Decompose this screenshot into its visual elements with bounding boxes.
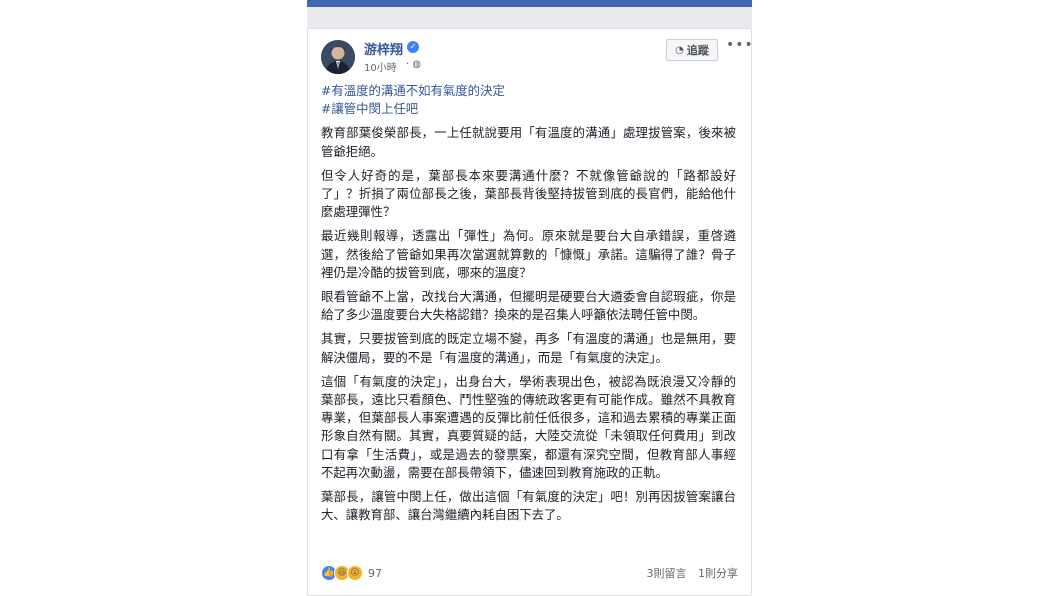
post-body: #有溫度的溝通不如有氣度的決定 #讓管中閔上任吧 教育部葉俊榮部長，一上任就說要… — [321, 82, 736, 530]
top-bar — [307, 0, 752, 7]
post-footer: 👍 😆 😮 97 3則留言 1則分享 — [321, 563, 738, 583]
paragraph: 最近幾則報導，透露出「彈性」為何。原來就是要台大自承錯誤，重啓遴選，然後給了管爺… — [321, 228, 736, 280]
comments-count[interactable]: 3則留言 — [647, 567, 687, 580]
paragraph: 葉部長，讓管中閔上任，做出這個「有氣度的決定」吧！別再因拔管案讓台大、讓教育部、… — [321, 489, 736, 523]
hashtag-link[interactable]: #讓管中閔上任吧 — [321, 100, 736, 118]
follow-button[interactable]: ◔ 追蹤 — [666, 39, 718, 61]
author-name[interactable]: 游梓翔 — [364, 39, 403, 58]
avatar[interactable] — [321, 40, 355, 74]
paragraph: 其實，只要拔管到底的既定立場不變，再多「有溫度的溝通」也是無用，要解決僵局，要的… — [321, 331, 736, 365]
follow-label: 追蹤 — [686, 44, 709, 57]
paragraph: 教育部葉俊榮部長，一上任就說要用「有溫度的溝通」處理拔管案，後來被管爺拒絕。 — [321, 125, 736, 159]
reactions-summary[interactable]: 👍 😆 😮 97 — [321, 565, 382, 581]
reaction-count: 97 — [368, 566, 382, 580]
wow-reaction-icon: 😮 — [347, 565, 363, 581]
rss-icon: ◔ — [675, 44, 684, 56]
paragraph: 眼看管爺不上當，改找台大溝通，但擺明是硬要台大遴委會自認瑕疵，你是給了多少溫度要… — [321, 289, 736, 323]
post-card: 游梓翔 ✓ 10小時 · ◍ ◔ 追蹤 ••• #有溫度的溝通不如有氣度的決定 … — [307, 28, 754, 596]
right-panel — [752, 0, 1060, 596]
verified-check-icon: ✓ — [407, 41, 419, 53]
paragraph: 但令人好奇的是，葉部長本來要溝通什麼？不就像管爺說的「路都設好了」？折損了兩位部… — [321, 167, 736, 220]
globe-icon: · ◍ — [406, 59, 422, 70]
left-panel — [0, 0, 307, 596]
post-time[interactable]: 10小時 — [364, 59, 397, 74]
paragraph: 這個「有氣度的決定」，出身台大，學術表現出色，被認為既浪漫又冷靜的葉部長，遠比只… — [321, 373, 736, 480]
engagement-counts: 3則留言 1則分享 — [639, 565, 739, 581]
more-options-icon[interactable]: ••• — [726, 37, 754, 53]
hashtag-link[interactable]: #有溫度的溝通不如有氣度的決定 — [321, 82, 736, 100]
shares-count[interactable]: 1則分享 — [698, 567, 738, 580]
